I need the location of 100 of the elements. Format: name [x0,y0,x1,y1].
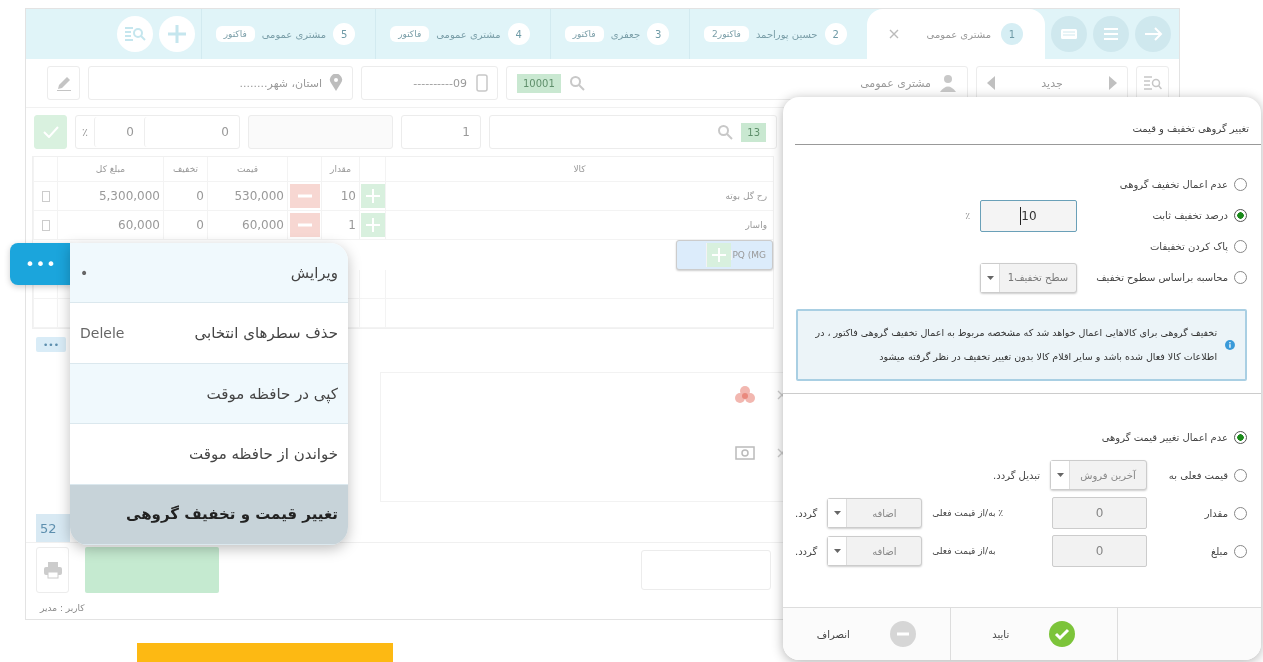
total-tile: 52 [36,514,70,543]
menu-item-label: کپی در حافظه موقت [206,384,338,403]
column-header[interactable]: کالا [385,157,773,182]
option-label: پاک کردن تخفیفات [1149,241,1228,252]
tab-number: 2 [824,23,847,45]
amount-field[interactable]: 0 [144,117,239,148]
plus-button[interactable] [360,213,385,238]
product-code: 13 [741,122,766,142]
trash-icon [41,190,50,202]
plus-icon [365,218,380,233]
column-header[interactable]: مبلغ کل [57,157,163,182]
column-header[interactable]: قیمت [207,157,287,182]
menu-item[interactable]: تغییر قیمت و تخفیف گروهی [70,484,348,545]
more-button[interactable]: ••• [36,337,66,353]
table-cell: 5,300,000 [57,182,163,211]
location-pin-icon [329,74,343,93]
minus-button[interactable] [289,184,320,209]
phone-field[interactable]: 09---------- [361,66,498,101]
customer-name: مشتری عمومی [860,76,931,90]
option-label: عدم اعمال تغییر قیمت گروهی [1101,431,1228,443]
value-input[interactable]: 0 [1052,497,1147,529]
menu-item-label: تغییر قیمت و تخفیف گروهی [126,505,338,524]
menu-icon[interactable] [1093,16,1129,52]
customer-code: 10001 [517,73,561,93]
dropdown[interactable]: اضافه [827,536,923,566]
suffix-text: گردد. [795,507,818,519]
option-label: مبلغ [1211,545,1228,557]
confirm-button[interactable]: تایید [949,608,1117,660]
option-label: مقدار [1204,507,1228,519]
table-row[interactable]: PQ (MG [676,240,773,271]
add-icon[interactable] [158,16,195,52]
plus-icon [712,248,727,263]
navigator-label: جدید [1041,76,1063,90]
option-label: عدم اعمال تخفیف گروهی [1119,179,1228,190]
caret-left-icon [987,76,995,91]
option-text: ٪ به/از قیمت فعلی [932,508,1005,518]
minus-icon [297,223,312,228]
tab-number: 3 [647,23,670,45]
keyboard-icon[interactable] [1051,16,1087,52]
more-button[interactable]: ••• [10,243,72,285]
shortcut-text: Delele [80,325,125,342]
cancel-button[interactable]: انصراف [783,608,950,660]
check-circle-icon [1049,621,1076,647]
column-header[interactable]: مقدار [321,157,359,182]
caret-down-icon [833,549,841,553]
percent-sign: ٪ [81,125,89,139]
option-label: محاسبه براساس سطوح تخفیف [1096,272,1228,283]
table-cell: 0 [163,182,207,211]
radio-button[interactable] [1234,468,1247,482]
table-cell: 10 [321,182,359,211]
radio-button[interactable] [1234,209,1247,222]
plus-button[interactable] [707,243,732,268]
radio-button[interactable] [1234,178,1247,191]
quantity-field[interactable]: 1 [401,115,481,150]
close-icon[interactable] [888,29,899,39]
radio-button[interactable] [1234,544,1247,558]
dialog-title: تغییر گروهی تخفیف و قیمت [1132,123,1249,134]
search-icon [568,75,585,92]
radio-button[interactable] [1234,430,1247,444]
suffix-text: گردد. [795,545,818,557]
status-text: کاربر : مدیر [38,602,86,615]
action-button[interactable] [85,547,219,594]
product-search-field[interactable]: 13 [489,115,777,150]
search-list-icon [1143,76,1162,91]
caret-down-icon [986,275,994,280]
percent-input[interactable]: 10 [980,199,1077,232]
confirm-row-button[interactable] [34,115,68,150]
edit-button[interactable] [47,66,80,101]
value-input[interactable]: 0 [1052,535,1147,567]
table-cell: 0 [163,211,207,240]
menu-item[interactable]: خواندن از حافظه موقت [70,424,348,485]
dropdown[interactable]: سطح تخفیف1 [980,262,1077,293]
check-icon [42,126,59,139]
dropdown[interactable]: اضافه [827,498,923,528]
percent-field[interactable]: 0 [94,117,144,148]
option-text: به/از قیمت فعلی [932,546,997,556]
minus-button[interactable] [289,213,320,238]
tab-number: 5 [333,23,356,45]
user-icon [939,74,957,93]
menu-item[interactable]: ویرایش • [70,243,348,304]
search-list-icon[interactable] [116,16,153,52]
invoice-badge: فاکتور [390,26,430,42]
plus-icon [365,189,380,204]
pencil-icon [55,75,72,92]
info-text: تخفیف گروهی برای کالاهایی اعمال خواهد شد که مشخصه مربوط به اعمال تخفیف گروهی فاکتور ، در اطلاعات کالا فعال شده باشد و سایر اقلام کالا بدون تغییر تخفیف در نظر گرفته میشود [814,326,1218,364]
invoice-badge: فاکتور [564,26,604,42]
table-cell: 1 [321,211,359,240]
tab-number: 1 [1001,23,1023,45]
print-button[interactable] [36,547,69,594]
dropdown[interactable]: آخرین فروش [1050,460,1147,490]
radio-button[interactable] [1234,506,1247,520]
column-header[interactable]: تخفیف [163,157,207,182]
arrow-right-icon[interactable] [1135,16,1171,52]
menu-item[interactable]: کپی در حافظه موقت [70,363,348,425]
option-label: درصد تخفیف ثابت [1152,210,1228,221]
radio-button[interactable] [1234,271,1247,284]
address-field[interactable]: استان، شهر........ [88,66,353,101]
minus-icon [297,194,312,199]
plus-button[interactable] [360,184,385,209]
radio-button[interactable] [1234,240,1247,253]
